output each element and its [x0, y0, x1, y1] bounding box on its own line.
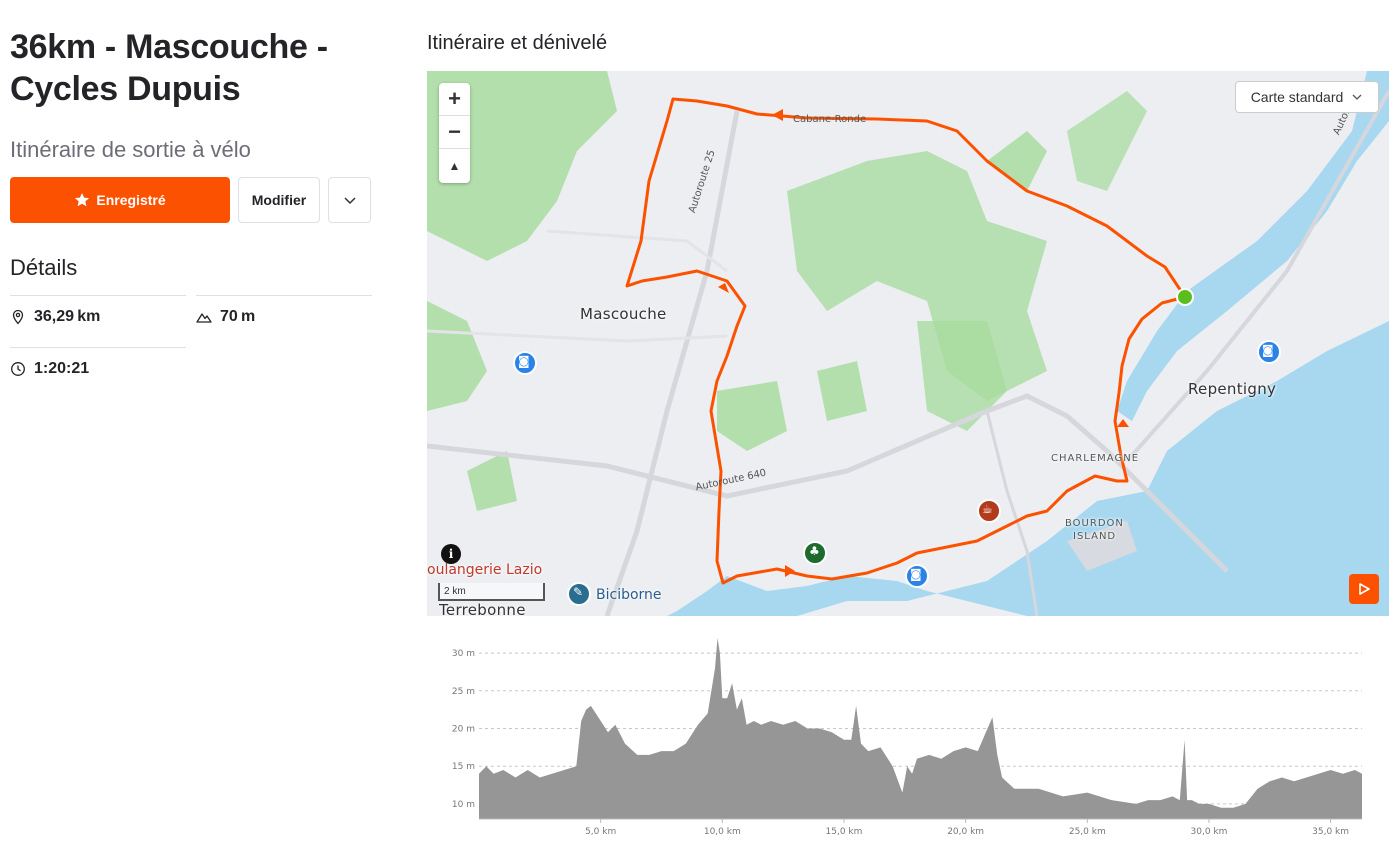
route-info-panel: 36km - Mascouche - Cycles Dupuis Itinéra…: [10, 26, 372, 405]
area-label-bourdon: BOURDON: [1065, 518, 1124, 529]
details-heading: Détails: [10, 255, 78, 280]
area-label-island: ISLAND: [1073, 531, 1117, 542]
stat-elevation: 70 m: [196, 295, 372, 326]
mountain-icon: [196, 313, 212, 323]
map-canvas[interactable]: [427, 71, 1389, 616]
y-tick-label: 25 m: [452, 687, 475, 697]
replay-button[interactable]: [1349, 574, 1379, 604]
stat-elevation-value: 70 m: [220, 308, 256, 325]
x-tick-label: 35,0 km: [1312, 827, 1349, 837]
camera-icon[interactable]: ◙: [518, 354, 530, 368]
page-title: 36km - Mascouche - Cycles Dupuis: [10, 28, 328, 108]
saved-button[interactable]: Enregistré: [10, 177, 230, 223]
route-subtitle: Itinéraire de sortie à vélo: [10, 137, 251, 162]
zoom-controls: + − ▲: [439, 83, 470, 183]
play-icon: [1359, 583, 1370, 595]
stat-distance-value: 36,29 km: [34, 308, 101, 325]
stat-time-value: 1:20:21: [34, 360, 90, 377]
y-tick-label: 10 m: [452, 800, 475, 810]
zoom-out-icon[interactable]: −: [439, 116, 470, 149]
road-label-cabane-ronde: Cabane-Ronde: [793, 114, 867, 125]
poi-label-boulangerie[interactable]: oulangerie Lazio: [427, 562, 542, 578]
city-label-mascouche: Mascouche: [580, 305, 667, 323]
coffee-icon[interactable]: ☕: [982, 502, 993, 516]
clock-icon: [11, 362, 25, 376]
more-options-button[interactable]: [328, 177, 371, 223]
chevron-down-icon: [343, 197, 356, 205]
tree-icon[interactable]: ♣: [809, 544, 820, 558]
x-tick-label: 5,0 km: [585, 827, 616, 837]
zoom-in-icon[interactable]: +: [439, 83, 470, 116]
wrench-icon[interactable]: ✎: [573, 585, 583, 599]
poi-label-biciborne[interactable]: Biciborne: [596, 587, 662, 603]
route-actions: Enregistré Modifier: [10, 177, 372, 223]
route-stats: 36,29 km 70 m 1:20:21: [10, 295, 372, 405]
y-tick-label: 15 m: [452, 762, 475, 772]
stat-time: 1:20:21: [10, 347, 186, 378]
map-style-label: Carte standard: [1250, 89, 1344, 105]
location-pin-icon: [12, 309, 24, 325]
map-style-selector[interactable]: Carte standard: [1235, 81, 1379, 113]
x-tick-label: 20,0 km: [947, 827, 984, 837]
camera-icon[interactable]: ◙: [910, 567, 922, 581]
city-label-repentigny: Repentigny: [1188, 380, 1277, 398]
saved-button-label: Enregistré: [96, 192, 166, 208]
city-label-terrebonne: Terrebonne: [439, 601, 526, 616]
map-scale: 2 km: [438, 583, 545, 601]
star-icon: [75, 193, 90, 207]
elevation-chart[interactable]: 10 m 15 m 20 m 25 m 30 m 5,0 km 10,0 km 15,0 km…: [427, 626, 1389, 851]
x-tick-label: 10,0 km: [704, 827, 741, 837]
chevron-down-icon: [1352, 94, 1362, 100]
x-tick-label: 30,0 km: [1191, 827, 1228, 837]
section-title: Itinéraire et dénivelé: [427, 32, 608, 54]
edit-button[interactable]: Modifier: [238, 177, 320, 223]
y-tick-label: 20 m: [452, 725, 475, 735]
camera-icon[interactable]: ◙: [1262, 343, 1274, 357]
x-tick-label: 15,0 km: [826, 827, 863, 837]
x-tick-label: 25,0 km: [1069, 827, 1106, 837]
area-label-charlemagne: CHARLEMAGNE: [1051, 453, 1140, 464]
compass-icon[interactable]: ▲: [439, 149, 470, 182]
stat-distance: 36,29 km: [10, 295, 186, 326]
info-icon[interactable]: i: [441, 544, 461, 564]
route-map[interactable]: ◙ ◙ ◙ ♣ ☕ ✎ Cabane-Ronde Autoroute 25 Au…: [427, 71, 1389, 616]
y-tick-label: 30 m: [452, 649, 475, 659]
